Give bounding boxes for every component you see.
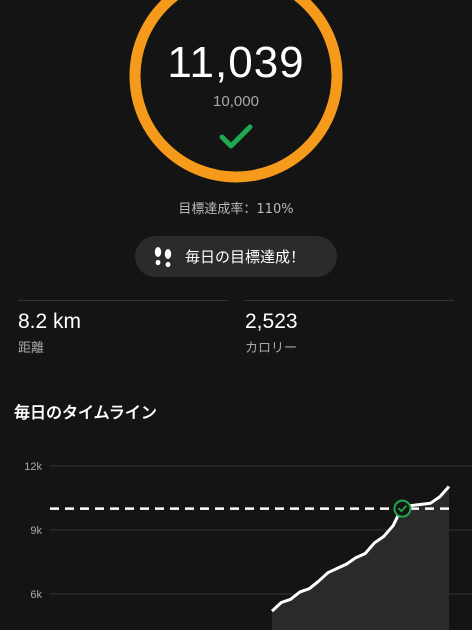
distance-value: 8.2 km — [18, 310, 82, 333]
distance-stat: 8.2 km 距離 — [18, 310, 81, 356]
y-tick-label: 6k — [30, 589, 42, 601]
goal-reached-marker — [393, 499, 412, 518]
calories-label: カロリー — [245, 341, 298, 356]
distance-label: 距離 — [18, 341, 45, 356]
footprints-icon — [154, 246, 172, 267]
divider-left — [18, 300, 227, 301]
check-icon — [219, 124, 253, 149]
step-count: 11,039 — [167, 38, 305, 87]
step-goal: 10,000 — [213, 93, 259, 110]
divider-right — [245, 300, 454, 301]
goal-rate-text: 目標達成率：110% — [178, 202, 294, 217]
calories-value: 2,523 — [245, 310, 298, 333]
y-tick-label: 9k — [30, 525, 42, 537]
y-tick-label: 12k — [24, 461, 42, 473]
calories-stat: 2,523 カロリー — [245, 310, 298, 356]
daily-goal-badge[interactable]: 毎日の目標達成！ — [135, 236, 337, 277]
timeline-title: 毎日のタイムライン — [14, 403, 157, 422]
daily-goal-badge-label: 毎日の目標達成！ — [185, 248, 306, 266]
timeline-chart: 12k 9k 6k — [24, 461, 472, 630]
